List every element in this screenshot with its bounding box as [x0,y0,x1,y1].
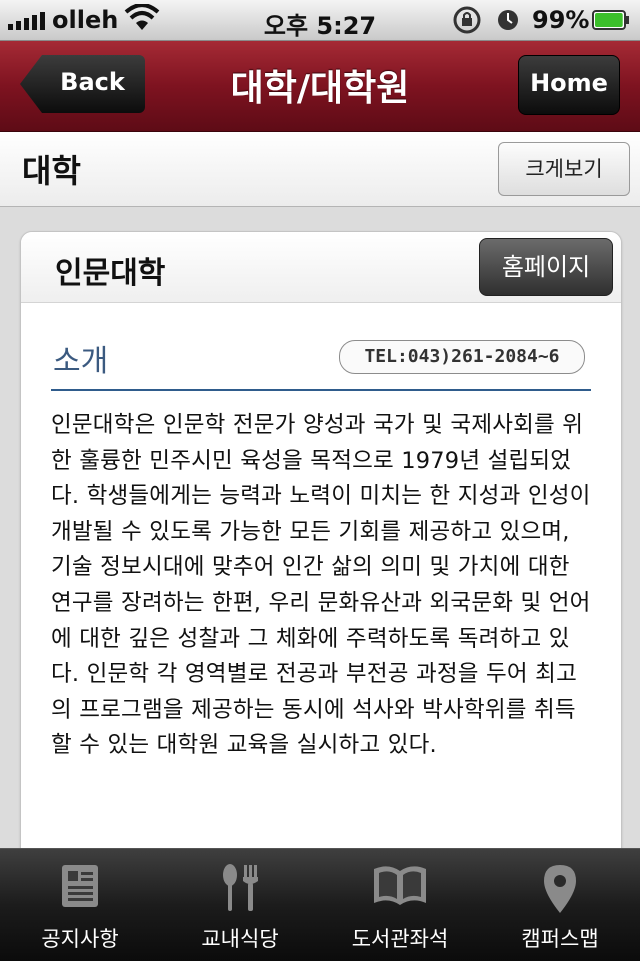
rotation-lock-icon [453,6,481,34]
phone-badge[interactable]: TEL:043)261-2084~6 [339,340,585,374]
map-pin-icon [544,865,576,913]
section-header: 대학 크게보기 [0,132,640,207]
notice-icon [62,865,98,907]
tab-label: 도서관좌석 [351,927,449,951]
college-card: 인문대학 홈페이지 소개 TEL:043)261-2084~6 인문대학은 인문… [20,231,622,893]
tab-label: 캠퍼스맵 [521,927,599,951]
navigation-bar: Back 대학/대학원 Home [0,41,640,132]
alarm-icon [498,10,518,30]
book-icon [374,866,426,905]
homepage-button[interactable]: 홈페이지 [479,238,613,296]
tab-library-seats[interactable]: 도서관좌석 [320,849,480,961]
battery-percent: 99% [532,6,590,34]
tab-campus-map[interactable]: 캠퍼스맵 [480,849,640,961]
section-title: 대학 [22,152,81,190]
college-name: 인문대학 [55,256,166,291]
tab-label: 교내식당 [201,927,279,951]
home-button-label: Home [530,69,608,97]
divider [51,389,591,391]
status-bar: olleh 오후 5:27 99% [0,0,640,41]
tab-notice[interactable]: 공지사항 [0,849,160,961]
intro-heading: 소개 [53,344,109,379]
description-text: 인문대학은 인문학 전문가 양성과 국가 및 국제사회를 위한 훌륭한 민주시민… [51,412,591,759]
tab-bar: 공지사항 교내식당 도서관좌석 캠퍼스맵 [0,848,640,961]
battery-icon [592,10,629,30]
view-large-button[interactable]: 크게보기 [498,142,630,196]
fork-spoon-icon [223,864,258,911]
tab-cafeteria[interactable]: 교내식당 [160,849,320,961]
tab-label: 공지사항 [41,927,119,951]
card-header: 인문대학 홈페이지 [21,232,621,303]
home-button[interactable]: Home [518,55,620,115]
